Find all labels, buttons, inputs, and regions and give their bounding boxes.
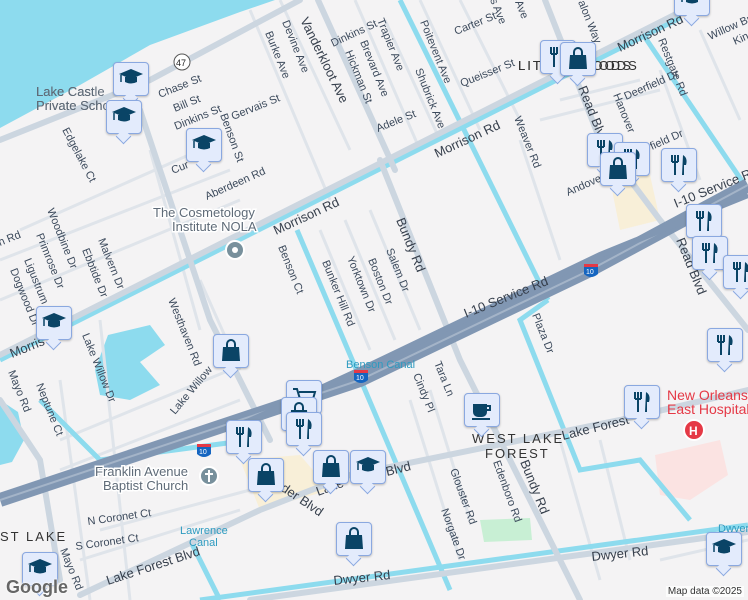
- school-marker[interactable]: [706, 532, 742, 566]
- fork-knife-icon: [717, 334, 734, 356]
- lake-castle-label-line2[interactable]: Private Sch: [36, 99, 102, 113]
- fork-knife-icon: [702, 242, 719, 264]
- hospital-pin-icon[interactable]: H: [683, 419, 705, 441]
- shopping-bag-icon: [256, 463, 276, 486]
- restaurant-marker[interactable]: [286, 412, 322, 446]
- shopping-bag-icon: [321, 455, 341, 478]
- google-logo[interactable]: Google: [6, 577, 68, 598]
- svg-text:Baptist Church: Baptist Church: [103, 478, 188, 493]
- i10-shield: 10: [354, 370, 368, 383]
- graduation-cap-icon: [191, 134, 217, 151]
- svg-text:Westhaven Rd: Westhaven Rd: [165, 297, 203, 368]
- shopping-marker[interactable]: [560, 42, 596, 76]
- i10-shield: 10: [197, 444, 211, 457]
- shopping-bag-icon: [568, 47, 588, 70]
- svg-text:Benson Canal: Benson Canal: [346, 359, 415, 371]
- fork-knife-icon: [296, 418, 313, 440]
- svg-text:Blvd: Blvd: [384, 458, 412, 479]
- school-marker[interactable]: [186, 128, 222, 162]
- svg-text:Canal: Canal: [189, 537, 218, 549]
- svg-text:H: H: [689, 424, 698, 438]
- svg-text:47: 47: [176, 58, 186, 68]
- svg-text:Franklin Avenue: Franklin Avenue: [95, 464, 188, 479]
- shopping-marker[interactable]: [336, 522, 372, 556]
- restaurant-marker[interactable]: [686, 204, 722, 238]
- svg-text:10: 10: [356, 375, 364, 382]
- shopping-bag-icon: [221, 339, 241, 362]
- shopping-marker[interactable]: [213, 334, 249, 368]
- i10-shield: 10: [584, 264, 598, 277]
- park: [480, 518, 532, 542]
- svg-text:Queisser St: Queisser St: [459, 57, 517, 90]
- school-marker[interactable]: [106, 100, 142, 134]
- svg-text:Lake Willow: Lake Willow: [168, 364, 215, 417]
- school-marker[interactable]: [674, 0, 710, 16]
- svg-text:FOREST: FOREST: [485, 446, 550, 461]
- svg-text:Gervais St: Gervais St: [230, 92, 282, 122]
- svg-text:S Coronet Ct: S Coronet Ct: [75, 532, 140, 553]
- fork-knife-icon: [733, 261, 748, 283]
- svg-text:Andove: Andove: [564, 173, 603, 199]
- restaurant-marker[interactable]: [707, 328, 743, 362]
- lake-castle-label-line1[interactable]: Lake Cast: [36, 85, 95, 99]
- graduation-cap-icon: [711, 538, 737, 555]
- svg-text:10: 10: [199, 449, 207, 456]
- school-marker[interactable]: [350, 450, 386, 484]
- shopping-marker[interactable]: [248, 458, 284, 492]
- restaurant-marker[interactable]: [723, 255, 748, 289]
- shopping-bag-icon: [344, 527, 364, 550]
- map-canvas[interactable]: Vanderkloot Ave Devine Ave Burke Ave Din…: [0, 0, 748, 600]
- svg-text:Ave: Ave: [512, 0, 530, 21]
- svg-text:ST LAKE: ST LAKE: [0, 529, 67, 544]
- coffee-cup-icon: [471, 403, 491, 421]
- svg-text:Benson Ct: Benson Ct: [275, 244, 305, 296]
- svg-text:WEST LAKE: WEST LAKE: [472, 431, 564, 446]
- fork-knife-icon: [236, 426, 253, 448]
- shopping-marker[interactable]: [600, 152, 636, 186]
- map-attribution[interactable]: Map data ©2025: [665, 586, 744, 597]
- svg-text:Tara Ln: Tara Ln: [431, 360, 456, 399]
- cafe-marker[interactable]: [464, 393, 500, 427]
- restaurant-marker[interactable]: [661, 148, 697, 182]
- graduation-cap-icon: [118, 68, 144, 85]
- svg-text:alon Way: alon Way: [575, 0, 603, 46]
- shopping-bag-icon: [608, 157, 628, 180]
- graduation-cap-icon: [355, 456, 381, 473]
- fork-knife-icon: [634, 391, 651, 413]
- svg-text:Edenboro Rd: Edenboro Rd: [490, 459, 523, 524]
- svg-text:Lake Forest: Lake Forest: [560, 412, 631, 443]
- graduation-cap-icon: [111, 106, 137, 123]
- svg-text:Restgate Rd: Restgate Rd: [655, 37, 689, 98]
- fork-knife-icon: [696, 210, 713, 232]
- fork-knife-icon: [671, 154, 688, 176]
- cosmetology-pin-icon[interactable]: [225, 240, 245, 260]
- svg-text:Edgelake Ct: Edgelake Ct: [59, 126, 98, 185]
- svg-text:Institute NOLA: Institute NOLA: [172, 219, 257, 234]
- svg-text:n Rd: n Rd: [0, 229, 23, 249]
- church-pin-icon[interactable]: [199, 466, 219, 486]
- restaurant-marker[interactable]: [624, 385, 660, 419]
- svg-text:The Cosmetology: The Cosmetology: [153, 205, 255, 220]
- svg-text:Cindy Pl: Cindy Pl: [410, 372, 436, 414]
- graduation-cap-icon: [41, 312, 67, 329]
- school-marker[interactable]: [113, 62, 149, 96]
- svg-text:Aberdeen Rd: Aberdeen Rd: [203, 165, 267, 202]
- svg-text:Lake Forest Blvd: Lake Forest Blvd: [104, 543, 201, 587]
- restaurant-marker[interactable]: [226, 420, 262, 454]
- school-marker[interactable]: [36, 306, 72, 340]
- svg-text:10: 10: [586, 269, 594, 276]
- graduation-cap-icon: [679, 0, 705, 5]
- shopping-marker[interactable]: [313, 450, 349, 484]
- svg-text:Lawrence: Lawrence: [180, 525, 228, 537]
- svg-text:Kin: Kin: [731, 30, 748, 47]
- route-47-shield: 47: [173, 53, 191, 71]
- svg-text:East Hospital: East Hospital: [667, 401, 748, 417]
